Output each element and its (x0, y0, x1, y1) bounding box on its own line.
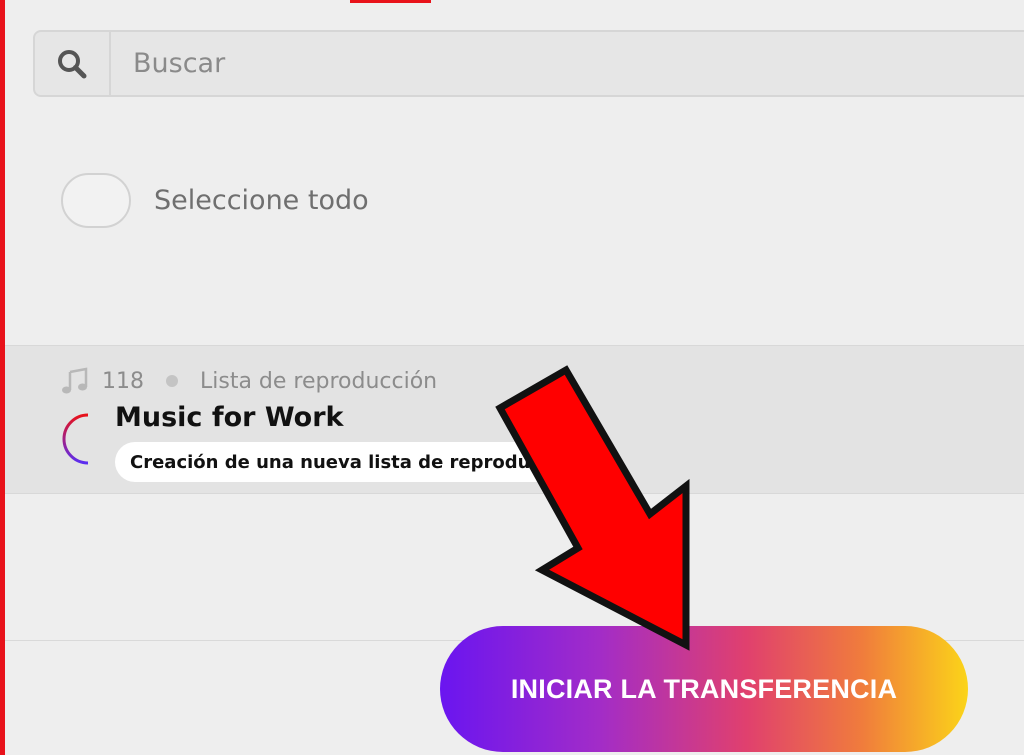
track-count: 118 (102, 368, 144, 394)
playlist-meta: 118 Lista de reproducción (60, 366, 437, 396)
top-red-marker (350, 0, 431, 3)
music-note-icon (62, 367, 88, 394)
loading-spinner-icon (62, 413, 89, 465)
start-transfer-button[interactable]: INICIAR LA TRANSFERENCIA (440, 626, 968, 752)
search-bar (33, 30, 1024, 97)
select-all-row[interactable]: Seleccione todo (61, 173, 369, 228)
separator-dot (166, 375, 178, 387)
status-text: Creación de una nueva lista de reproducc… (130, 451, 555, 473)
playlist-row[interactable]: 118 Lista de reproducción Music for Work… (5, 345, 1024, 494)
search-button[interactable] (35, 32, 111, 95)
playlist-type-label: Lista de reproducción (200, 368, 438, 394)
select-all-label: Seleccione todo (154, 185, 369, 216)
playlist-title: Music for Work (115, 402, 344, 433)
select-all-toggle[interactable] (61, 173, 131, 228)
search-icon (58, 49, 87, 78)
status-badge: Creación de una nueva lista de reproducc… (115, 442, 555, 482)
search-input[interactable] (111, 32, 1024, 95)
